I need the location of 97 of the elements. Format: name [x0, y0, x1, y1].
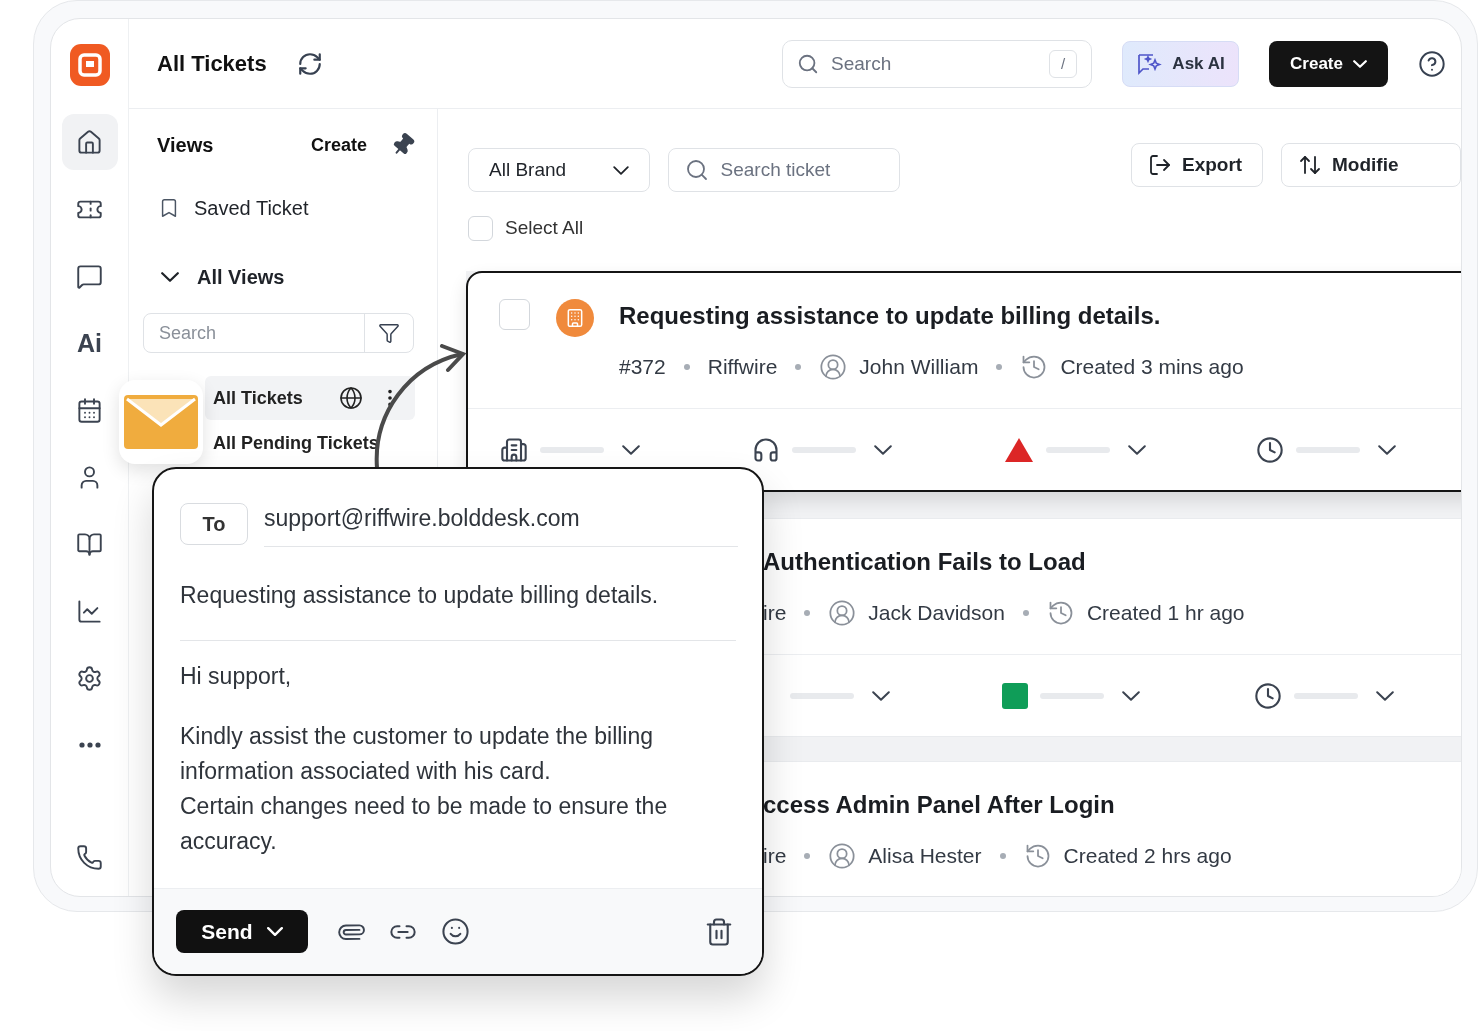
- chat-icon: [76, 262, 103, 290]
- chevron-icon: [1122, 690, 1140, 701]
- contact-name: Alisa Hester: [868, 844, 982, 868]
- field-dropdown[interactable]: [752, 435, 892, 464]
- building-icon: [500, 435, 528, 464]
- placeholder-bar: [790, 692, 854, 699]
- ticket-title: Authentication Fails to Load: [763, 547, 1087, 577]
- ticket-meta: ire: [763, 844, 787, 868]
- search-field[interactable]: Search /: [782, 39, 1092, 88]
- ticket-meta: ire: [763, 601, 787, 625]
- ticket-search-field[interactable]: Search ticket: [667, 148, 900, 192]
- brand-avatar: [556, 299, 594, 337]
- shortcut-key: /: [1049, 49, 1077, 78]
- ai-nav-item[interactable]: Ai: [61, 315, 118, 371]
- chevron-icon: [1128, 444, 1146, 455]
- search-icon: [797, 52, 819, 75]
- export-icon: [1148, 153, 1172, 177]
- ticket-title: Requesting assistance to update billing details.: [619, 301, 1162, 331]
- created-time: Created 2 hrs ago: [1063, 844, 1232, 868]
- meta-separator: [683, 364, 690, 370]
- message-text: Certain changes need to be made to ensure the accuracy.: [180, 792, 669, 856]
- sort-icon: [1298, 153, 1322, 177]
- subject-field[interactable]: Requesting assistance to update billing details.: [180, 578, 736, 641]
- meta-separator: [999, 853, 1006, 859]
- page-title: All Tickets: [157, 50, 267, 77]
- meta-separator: [996, 364, 1003, 370]
- search-placeholder: Search: [158, 321, 218, 345]
- caret-icon: [266, 927, 283, 936]
- created-time: Created 3 mins ago: [1060, 355, 1244, 379]
- user-icon: [828, 599, 857, 627]
- chevron-icon: [622, 444, 640, 455]
- export-button[interactable]: Export: [1131, 143, 1263, 187]
- create-button[interactable]: Create: [1269, 40, 1388, 87]
- field-dropdown[interactable]: [1256, 435, 1396, 464]
- ticket-title: ccess Admin Panel After Login: [763, 790, 1116, 820]
- saved-ticket-link[interactable]: Saved Ticket: [194, 196, 309, 220]
- clock-icon: [1256, 435, 1284, 464]
- placeholder-bar: [540, 446, 604, 453]
- search-icon: [684, 158, 709, 182]
- book-icon: [76, 530, 103, 558]
- chevron-icon: [1376, 690, 1394, 701]
- user-icon: [819, 353, 848, 381]
- envelope-icon: [124, 395, 198, 449]
- ticket-meta: #372: [619, 355, 666, 379]
- chevron-icon: [1378, 444, 1396, 455]
- ticket-checkbox[interactable]: [499, 299, 530, 330]
- select-all-checkbox[interactable]: [468, 215, 493, 241]
- view-item[interactable]: All Tickets: [205, 376, 415, 420]
- refresh-icon[interactable]: [296, 50, 323, 77]
- user-icon: [828, 842, 857, 870]
- recipient-field[interactable]: support@riffwire.bolddesk.com: [264, 503, 738, 547]
- ticket-card[interactable]: Requesting assistance to update billing details. #372 Riffwire John William Created 3 mins ago: [466, 271, 1461, 492]
- chevron-icon: [874, 444, 892, 455]
- select-all-label: Select All: [505, 217, 584, 239]
- created-time: Created 1 hr ago: [1086, 601, 1245, 625]
- send-button[interactable]: Send: [176, 910, 308, 953]
- search-placeholder: Search: [831, 52, 892, 75]
- field-dropdown[interactable]: [1004, 436, 1146, 463]
- message-text: Kindly assist the customer to update the billing information associated with his card.: [180, 722, 655, 786]
- field-dropdown[interactable]: [1254, 681, 1394, 710]
- calendar-icon: [76, 396, 103, 424]
- create-view-link[interactable]: Create: [310, 134, 367, 156]
- caret-icon: [1352, 59, 1367, 68]
- chevron-icon[interactable]: [161, 272, 179, 282]
- search-placeholder: Search ticket: [720, 159, 831, 181]
- phone-icon: [76, 843, 103, 871]
- meta-separator: [1022, 610, 1029, 616]
- view-item[interactable]: All Pending Tickets: [205, 421, 415, 465]
- clock-icon: [1254, 681, 1282, 710]
- ask-ai-button[interactable]: Ask AI: [1122, 40, 1239, 87]
- to-label: To: [180, 503, 248, 545]
- nav-item[interactable]: [61, 114, 118, 170]
- emoji-icon[interactable]: [441, 917, 470, 946]
- headphones-icon: [752, 435, 780, 464]
- ticket-meta: Riffwire: [707, 355, 778, 379]
- meta-separator: [795, 364, 802, 370]
- chevron-icon: [872, 690, 890, 701]
- contact-name: Jack Davidson: [868, 601, 1005, 625]
- caret-icon: [612, 165, 629, 175]
- chart-icon: [76, 597, 103, 625]
- meta-separator: [804, 610, 811, 616]
- brand-dropdown[interactable]: All Brand: [468, 148, 650, 192]
- home-icon: [76, 128, 103, 156]
- help-icon[interactable]: [1418, 49, 1446, 78]
- logo-icon: [69, 44, 110, 86]
- settings-icon: [76, 664, 103, 692]
- sort-button[interactable]: Modifie: [1281, 143, 1461, 187]
- field-dropdown[interactable]: [500, 435, 640, 464]
- globe-icon: [339, 386, 363, 410]
- views-group-title[interactable]: All Views: [197, 265, 285, 289]
- meta-separator: [804, 853, 811, 859]
- message-text: Hi support,: [180, 662, 293, 691]
- contact-name: John William: [859, 355, 979, 379]
- field-dropdown[interactable]: [1002, 682, 1140, 709]
- views-title: Views: [157, 133, 214, 157]
- delete-icon[interactable]: [704, 916, 734, 947]
- more-icon: [78, 742, 101, 748]
